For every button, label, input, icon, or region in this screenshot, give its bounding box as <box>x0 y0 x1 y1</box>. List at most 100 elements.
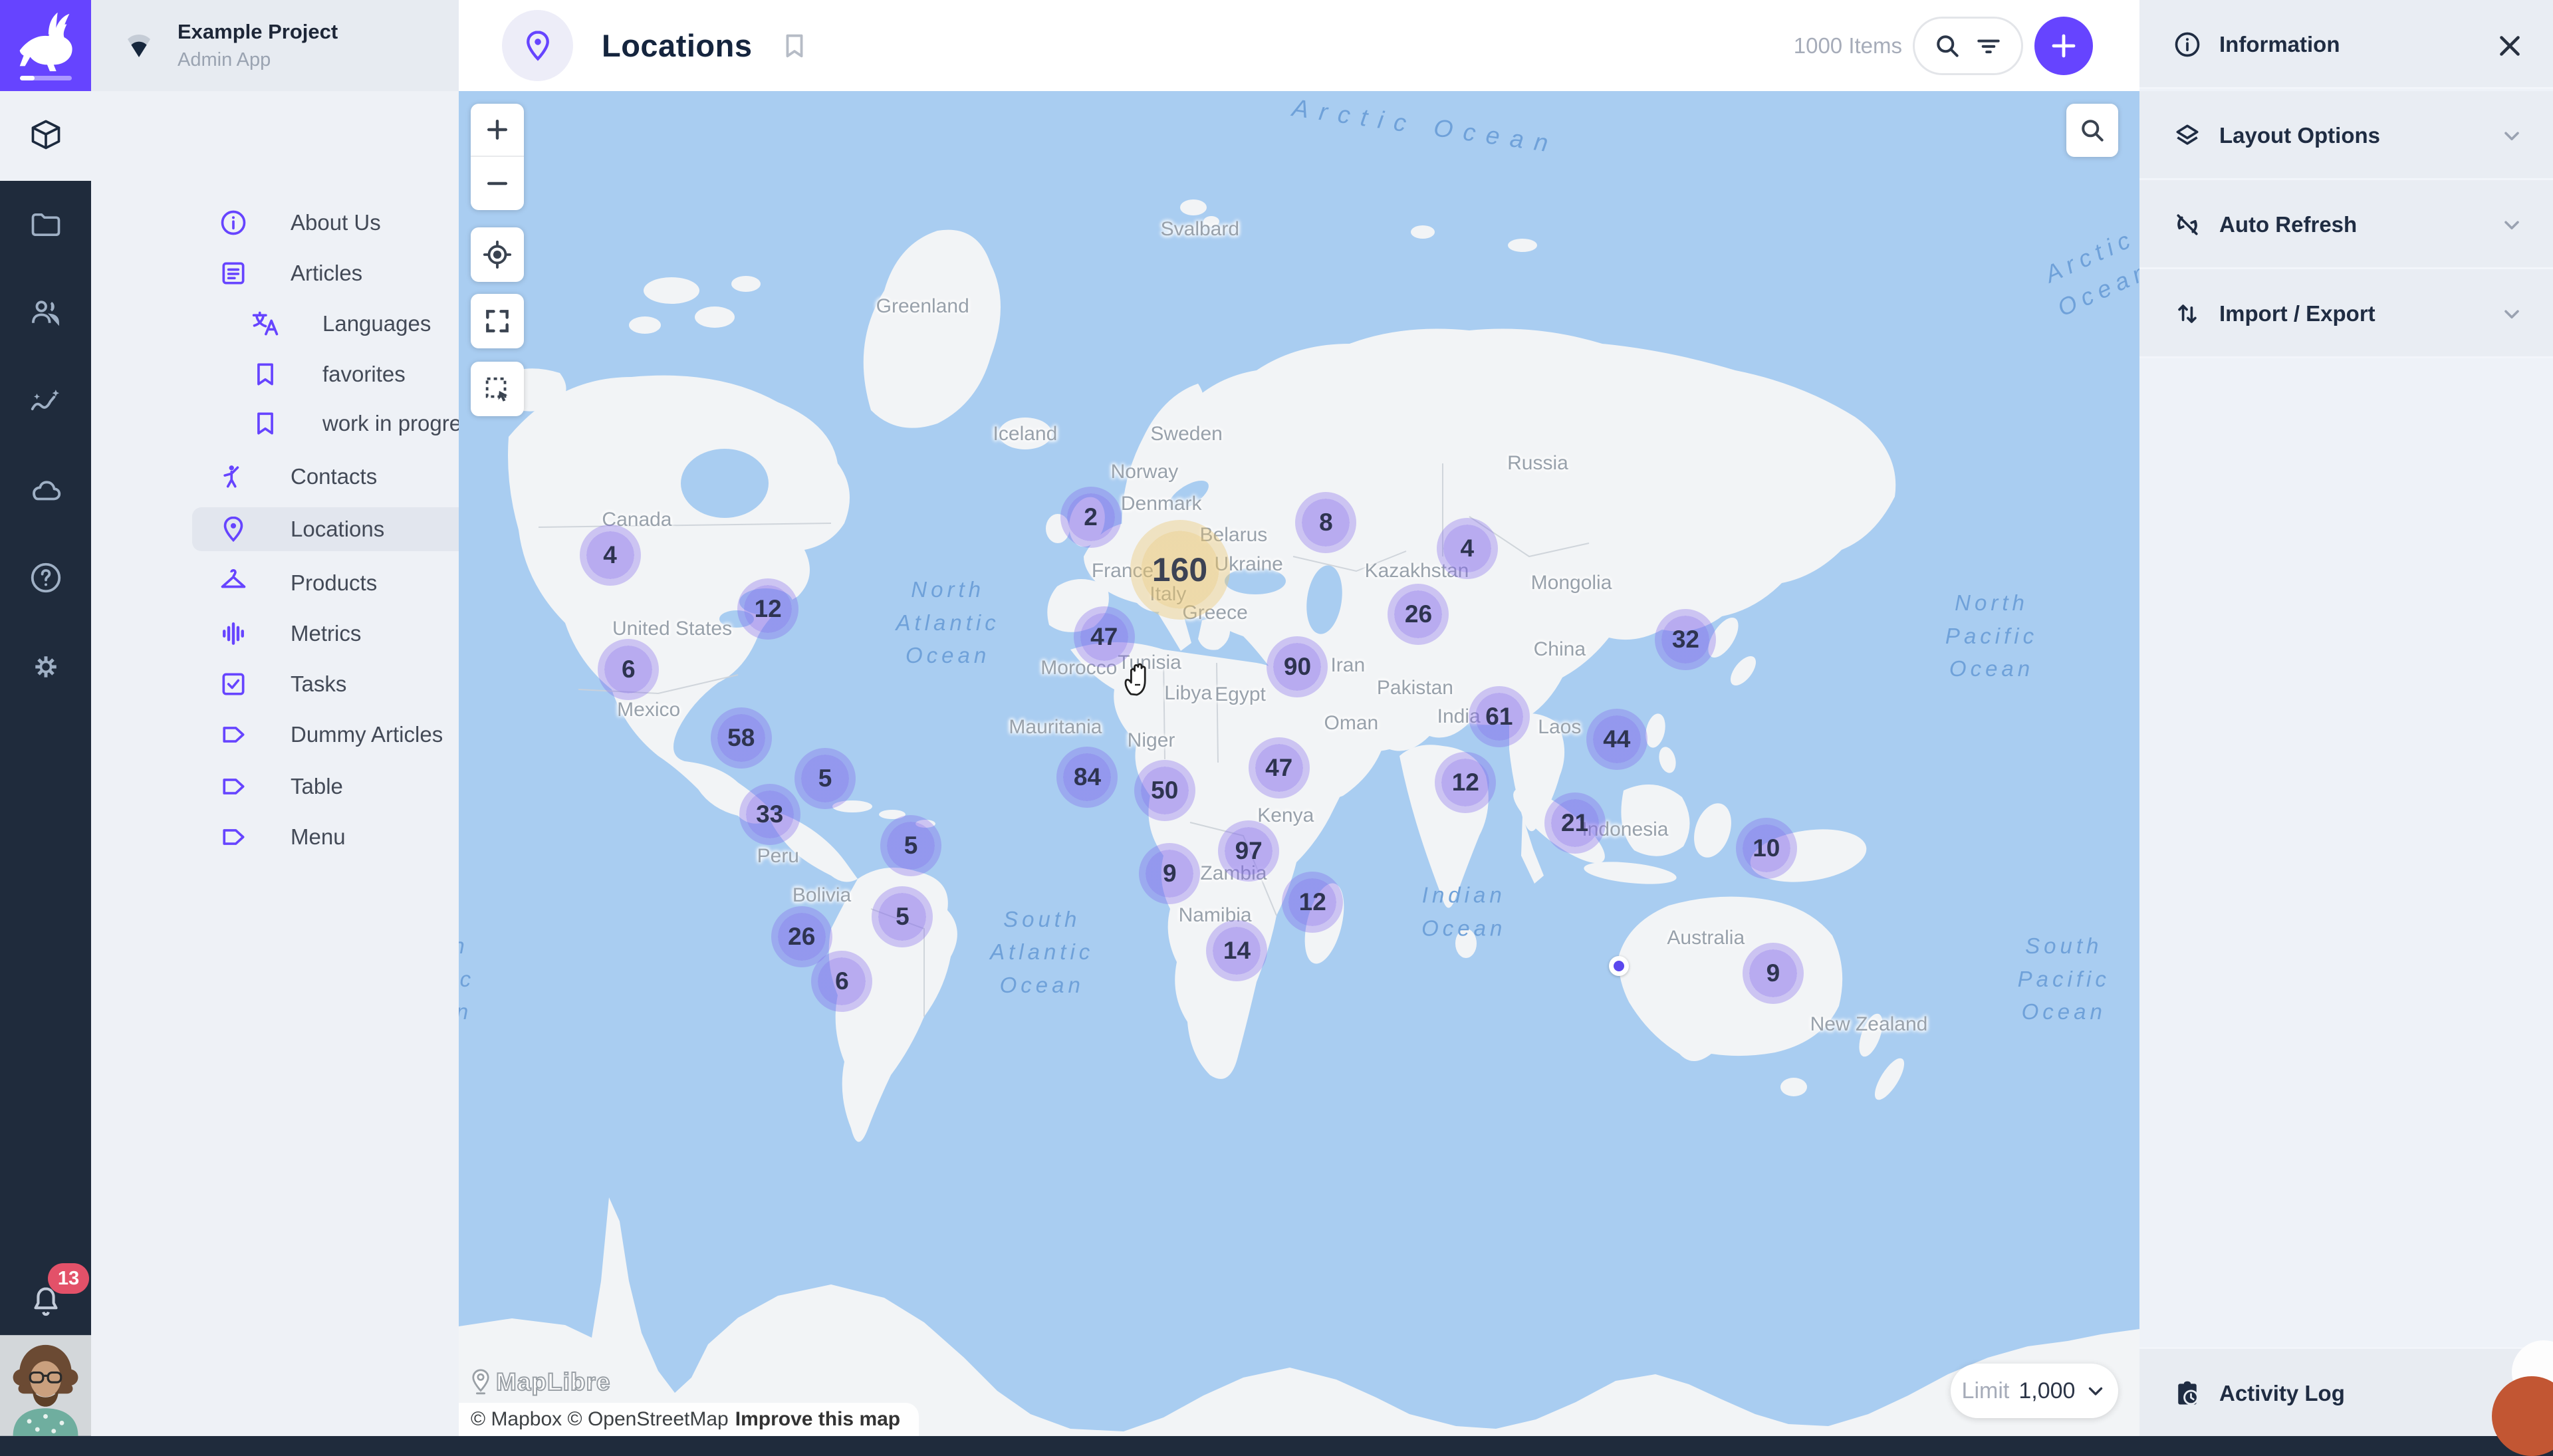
cluster-marker[interactable]: 33 <box>739 784 800 845</box>
minus-icon <box>483 169 512 198</box>
nav-label: Contacts <box>291 455 377 499</box>
cluster-marker[interactable]: 6 <box>811 951 872 1012</box>
cluster-marker[interactable]: 47 <box>1249 737 1310 798</box>
signal-icon <box>123 29 155 61</box>
project-name: Example Project <box>178 20 338 44</box>
sidebar-section-import-export[interactable]: Import / Export <box>2139 269 2553 358</box>
info-icon <box>2173 30 2202 59</box>
box-select-icon <box>482 374 513 404</box>
nav-label: Metrics <box>291 612 361 656</box>
nav-label: Menu <box>291 815 346 859</box>
info-icon <box>219 208 248 237</box>
country-label: Egypt <box>1215 683 1266 706</box>
map-search-button[interactable] <box>2066 104 2118 157</box>
search-filter-button[interactable] <box>1913 17 2023 75</box>
article-icon <box>219 259 248 288</box>
user-avatar[interactable] <box>0 1335 91 1436</box>
module-insights[interactable] <box>0 366 91 439</box>
country-label: Denmark <box>1121 493 1202 515</box>
cluster-marker[interactable]: 6 <box>598 639 659 700</box>
project-header[interactable]: Example Project Admin App <box>91 0 459 91</box>
import-export-icon <box>2173 299 2202 328</box>
cluster-marker[interactable]: 44 <box>1586 709 1647 770</box>
cluster-marker[interactable]: 5 <box>880 815 941 876</box>
module-users[interactable] <box>0 276 91 349</box>
country-label: Norway <box>1111 461 1179 483</box>
country-label: China <box>1534 638 1586 661</box>
nav-label: Locations <box>291 507 384 551</box>
module-help[interactable] <box>0 541 91 614</box>
cluster-marker[interactable]: 4 <box>1437 518 1498 579</box>
activity-log-label: Activity Log <box>2219 1349 2345 1438</box>
cluster-marker[interactable]: 10 <box>1736 818 1797 879</box>
fullscreen-button[interactable] <box>471 294 524 348</box>
cluster-marker[interactable]: 4 <box>580 525 641 586</box>
cluster-marker[interactable]: 90 <box>1267 636 1328 697</box>
cluster-marker[interactable]: 9 <box>1743 943 1804 1004</box>
notification-badge: 13 <box>48 1263 89 1294</box>
cluster-marker[interactable]: 47 <box>1074 606 1135 667</box>
point-marker[interactable] <box>1609 956 1629 976</box>
cluster-marker[interactable]: 5 <box>794 748 856 809</box>
sidebar-section-auto-refresh[interactable]: Auto Refresh <box>2139 180 2553 269</box>
page-icon-button[interactable] <box>502 10 573 81</box>
cluster-marker[interactable]: 14 <box>1206 920 1267 981</box>
cluster-marker[interactable]: 2 <box>1060 487 1122 548</box>
map-canvas[interactable]: Arctic OceanArctic OceanNorth Atlantic O… <box>459 91 2139 1436</box>
country-label: Libya <box>1164 682 1212 705</box>
cluster-marker[interactable]: 5 <box>872 886 933 947</box>
cluster-marker[interactable]: 12 <box>1282 872 1343 933</box>
country-label: Peru <box>757 845 799 868</box>
cluster-marker[interactable]: 12 <box>737 578 798 640</box>
cluster-marker[interactable]: 21 <box>1544 792 1606 854</box>
hanger-icon <box>219 568 248 598</box>
bookmark-icon[interactable] <box>779 31 810 61</box>
country-label: Oman <box>1324 712 1379 735</box>
country-label: Iran <box>1330 654 1365 677</box>
translate-icon <box>251 309 280 338</box>
page-title: Locations <box>602 0 752 91</box>
module-content[interactable] <box>0 98 91 172</box>
geolocate-button[interactable] <box>471 227 524 282</box>
limit-value: 1,000 <box>2018 1378 2075 1404</box>
map-attribution: © Mapbox © OpenStreetMap Improve this ma… <box>459 1403 919 1436</box>
help-icon <box>28 560 64 596</box>
box-select-button[interactable] <box>471 362 524 416</box>
zoom-controls <box>471 104 524 210</box>
navigation-sidebar: About Us Articles Languages favorites wo… <box>91 91 459 1436</box>
module-extensions[interactable] <box>0 453 91 527</box>
close-icon[interactable] <box>2493 29 2526 62</box>
country-label: Kenya <box>1257 804 1314 827</box>
cluster-marker[interactable]: 160 <box>1130 520 1230 620</box>
add-item-button[interactable] <box>2034 17 2093 75</box>
module-settings[interactable] <box>0 630 91 703</box>
cluster-marker[interactable]: 97 <box>1218 820 1279 882</box>
logo-progress-bar <box>20 76 72 80</box>
limit-dropdown[interactable]: Limit 1,000 <box>1951 1364 2118 1418</box>
cluster-marker[interactable]: 58 <box>711 707 772 769</box>
cluster-marker[interactable]: 50 <box>1134 760 1195 821</box>
zoom-in-button[interactable] <box>471 104 524 157</box>
bookmark-icon <box>251 409 280 438</box>
folder-icon <box>29 207 63 242</box>
cluster-marker[interactable]: 12 <box>1435 752 1496 813</box>
ocean-label: South Pacific Ocean <box>459 929 473 1029</box>
page-header: Locations 1000 Items <box>459 0 2139 91</box>
sidebar-section-layout-options[interactable]: Layout Options <box>2139 91 2553 180</box>
cluster-marker[interactable]: 26 <box>1388 584 1449 645</box>
zoom-out-button[interactable] <box>471 157 524 210</box>
notifications-button[interactable]: 13 <box>0 1263 91 1336</box>
activity-log-button[interactable]: Activity Log <box>2139 1347 2553 1436</box>
label-icon <box>219 720 248 749</box>
country-label: Mongolia <box>1531 572 1612 594</box>
module-files[interactable] <box>0 188 91 261</box>
country-label: Laos <box>1538 716 1581 739</box>
nav-label: Tasks <box>291 662 346 706</box>
cluster-marker[interactable]: 84 <box>1056 747 1118 808</box>
country-label: Pakistan <box>1377 677 1453 699</box>
improve-map-link[interactable]: Improve this map <box>735 1408 900 1431</box>
cluster-marker[interactable]: 61 <box>1469 686 1530 747</box>
pin-icon <box>521 29 555 63</box>
country-label: Mexico <box>617 699 680 721</box>
app-logo[interactable] <box>0 0 91 91</box>
